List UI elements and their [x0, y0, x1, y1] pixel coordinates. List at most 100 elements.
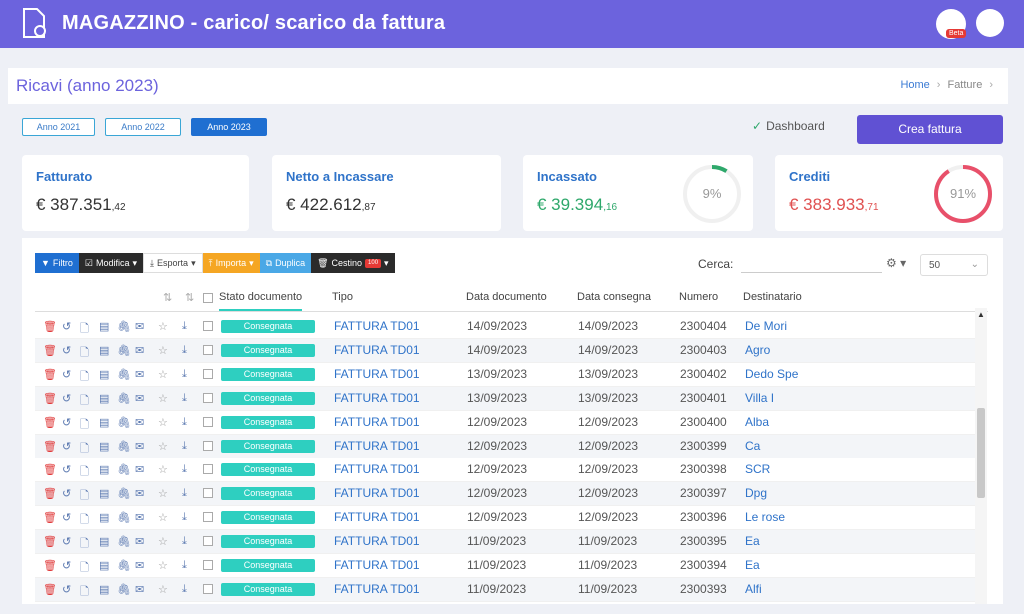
trash-icon[interactable]: 🗑	[43, 487, 57, 500]
cestino-button[interactable]: 🗑 Cestino 100 ▾	[311, 253, 395, 273]
dashboard-toggle[interactable]: ✓ Dashboard	[752, 119, 825, 133]
col-data-consegna[interactable]: Data consegna	[577, 291, 651, 303]
row-checkbox[interactable]	[203, 321, 213, 331]
row-checkbox[interactable]	[203, 344, 213, 355]
table-row[interactable]: 🗑 ↺ 🗋 ▤ 🖇 ✉ ☆ ⤓ Consegnata FATTURA TD01 12/09/2023…	[35, 506, 975, 531]
trash-icon[interactable]: 🗑	[43, 416, 57, 429]
table-row[interactable]: 🗑 ↺ 🗋 ▤ 🖇 ✉ ☆ ⤓ Consegnata FATTURA TD01 11/09/2023…	[35, 554, 975, 578]
trash-icon[interactable]: 🗑	[43, 392, 57, 405]
year-2021-button[interactable]: Anno 2021	[22, 118, 95, 136]
table-row[interactable]: 🗑 ↺ 🗋 ▤ 🖇 ✉ ☆ ⤓ Consegnata FATTURA TD01 12/09/2023…	[35, 434, 975, 459]
star-icon[interactable]: ☆	[158, 535, 168, 548]
attach-icon[interactable]: 🖇	[117, 392, 131, 405]
trash-icon[interactable]: 🗑	[43, 440, 57, 453]
star-icon[interactable]: ☆	[158, 463, 168, 476]
col-destinatario[interactable]: Destinatario	[743, 291, 802, 303]
tipo-link[interactable]: FATTURA TD01	[334, 462, 420, 476]
file-icon[interactable]: 🗋	[80, 440, 89, 459]
row-checkbox[interactable]	[203, 464, 213, 475]
row-checkbox[interactable]	[203, 416, 213, 427]
mail-icon[interactable]: ✉	[135, 368, 144, 381]
destinatario-link[interactable]: Dedo Spe	[745, 367, 798, 381]
trash-icon[interactable]: 🗑	[43, 559, 57, 572]
table-row[interactable]: 🗑 ↺ 🗋 ▤ 🖇 ✉ ☆ ⤓ Consegnata FATTURA TD01 11/09/2023…	[35, 530, 975, 555]
download-icon[interactable]: ⤓	[182, 320, 187, 333]
star-icon[interactable]: ☆	[158, 320, 168, 333]
destinatario-link[interactable]: SCR	[745, 462, 770, 476]
pdf-icon[interactable]: ▤	[99, 583, 109, 596]
star-icon[interactable]: ☆	[158, 344, 168, 357]
star-icon[interactable]: ☆	[158, 511, 168, 524]
filtro-button[interactable]: ▼ Filtro	[35, 253, 79, 273]
trash-icon[interactable]: 🗑	[43, 583, 57, 596]
undo-icon[interactable]: ↺	[62, 535, 71, 548]
download-icon[interactable]: ⤓	[182, 416, 187, 429]
star-icon[interactable]: ☆	[158, 392, 168, 405]
pdf-icon[interactable]: ▤	[99, 320, 109, 333]
trash-icon[interactable]: 🗑	[43, 320, 57, 333]
star-icon[interactable]: ☆	[158, 416, 168, 429]
gear-icon[interactable]: ⚙ ▾	[886, 256, 906, 270]
undo-icon[interactable]: ↺	[62, 344, 71, 357]
building-icon[interactable]	[976, 9, 1004, 37]
destinatario-link[interactable]: Agro	[745, 343, 770, 357]
row-checkbox[interactable]	[203, 583, 213, 594]
star-icon[interactable]: ☆	[158, 440, 168, 453]
attach-icon[interactable]: 🖇	[117, 440, 131, 453]
attach-icon[interactable]: 🖇	[117, 583, 131, 596]
col-data-documento[interactable]: Data documento	[466, 291, 547, 303]
destinatario-link[interactable]: Villa I	[745, 391, 774, 405]
trash-icon[interactable]: 🗑	[43, 344, 57, 357]
download-icon[interactable]: ⤓	[182, 583, 187, 596]
undo-icon[interactable]: ↺	[62, 416, 71, 429]
table-row[interactable]: 🗑 ↺ 🗋 ▤ 🖇 ✉ ☆ ⤓ Consegnata FATTURA TD01 13/09/2023…	[35, 362, 975, 387]
file-icon[interactable]: 🗋	[80, 535, 89, 554]
table-row[interactable]: 🗑 ↺ 🗋 ▤ 🖇 ✉ ☆ ⤓ Consegnata FATTURA TD01 14/09/2023…	[35, 338, 975, 363]
destinatario-link[interactable]: Alba	[745, 415, 769, 429]
destinatario-link[interactable]: Ea	[745, 534, 760, 548]
destinatario-link[interactable]: De Mori	[745, 319, 787, 333]
per-page-select[interactable]: 50 ⌄	[920, 254, 988, 276]
table-row[interactable]: 🗑 ↺ 🗋 ▤ 🖇 ✉ ☆ ⤓ Consegnata FATTURA TD01 11/09/2023…	[35, 577, 975, 602]
esporta-button[interactable]: ⤓ Esporta ▾	[143, 253, 203, 273]
pdf-icon[interactable]: ▤	[99, 368, 109, 381]
trash-icon[interactable]: 🗑	[43, 535, 57, 548]
tipo-link[interactable]: FATTURA TD01	[334, 367, 420, 381]
mail-icon[interactable]: ✉	[135, 535, 144, 548]
destinatario-link[interactable]: Ca	[745, 439, 760, 453]
trash-icon[interactable]: 🗑	[43, 511, 57, 524]
undo-icon[interactable]: ↺	[62, 511, 71, 524]
row-checkbox[interactable]	[203, 512, 213, 523]
mail-icon[interactable]: ✉	[135, 344, 144, 357]
pdf-icon[interactable]: ▤	[99, 344, 109, 357]
mail-icon[interactable]: ✉	[135, 416, 144, 429]
scroll-thumb[interactable]	[977, 408, 985, 498]
duplica-button[interactable]: ⧉ Duplica	[259, 253, 312, 273]
file-icon[interactable]: 🗋	[80, 583, 89, 602]
col-tipo[interactable]: Tipo	[332, 291, 353, 303]
file-icon[interactable]: 🗋	[80, 392, 89, 411]
undo-icon[interactable]: ↺	[62, 368, 71, 381]
file-icon[interactable]: 🗋	[80, 416, 89, 435]
table-row[interactable]: 🗑 ↺ 🗋 ▤ 🖇 ✉ ☆ ⤓ Consegnata FATTURA TD01 13/09/2023…	[35, 386, 975, 411]
mail-icon[interactable]: ✉	[135, 511, 144, 524]
file-icon[interactable]: 🗋	[80, 559, 89, 578]
file-icon[interactable]: 🗋	[80, 511, 89, 530]
star-icon[interactable]: ☆	[158, 559, 168, 572]
select-all-checkbox[interactable]	[203, 293, 213, 303]
row-checkbox[interactable]	[203, 392, 213, 403]
attach-icon[interactable]: 🖇	[117, 344, 131, 357]
star-icon[interactable]: ☆	[158, 368, 168, 381]
attach-icon[interactable]: 🖇	[117, 416, 131, 429]
table-row[interactable]: 🗑 ↺ 🗋 ▤ 🖇 ✉ ☆ ⤓ Consegnata FATTURA TD01 14/09/2023…	[35, 315, 975, 339]
star-icon[interactable]: ☆	[158, 583, 168, 596]
attach-icon[interactable]: 🖇	[117, 368, 131, 381]
table-row[interactable]: 🗑 ↺ 🗋 ▤ 🖇 ✉ ☆ ⤓ Consegnata FATTURA TD01 12/09/2023…	[35, 410, 975, 435]
star-icon[interactable]: ☆	[158, 487, 168, 500]
undo-icon[interactable]: ↺	[62, 392, 71, 405]
breadcrumb-home[interactable]: Home	[900, 79, 929, 91]
tipo-link[interactable]: FATTURA TD01	[334, 439, 420, 453]
importa-button[interactable]: ⤒ Importa ▾	[202, 253, 260, 273]
row-checkbox[interactable]	[203, 488, 213, 499]
file-icon[interactable]: 🗋	[80, 344, 89, 363]
